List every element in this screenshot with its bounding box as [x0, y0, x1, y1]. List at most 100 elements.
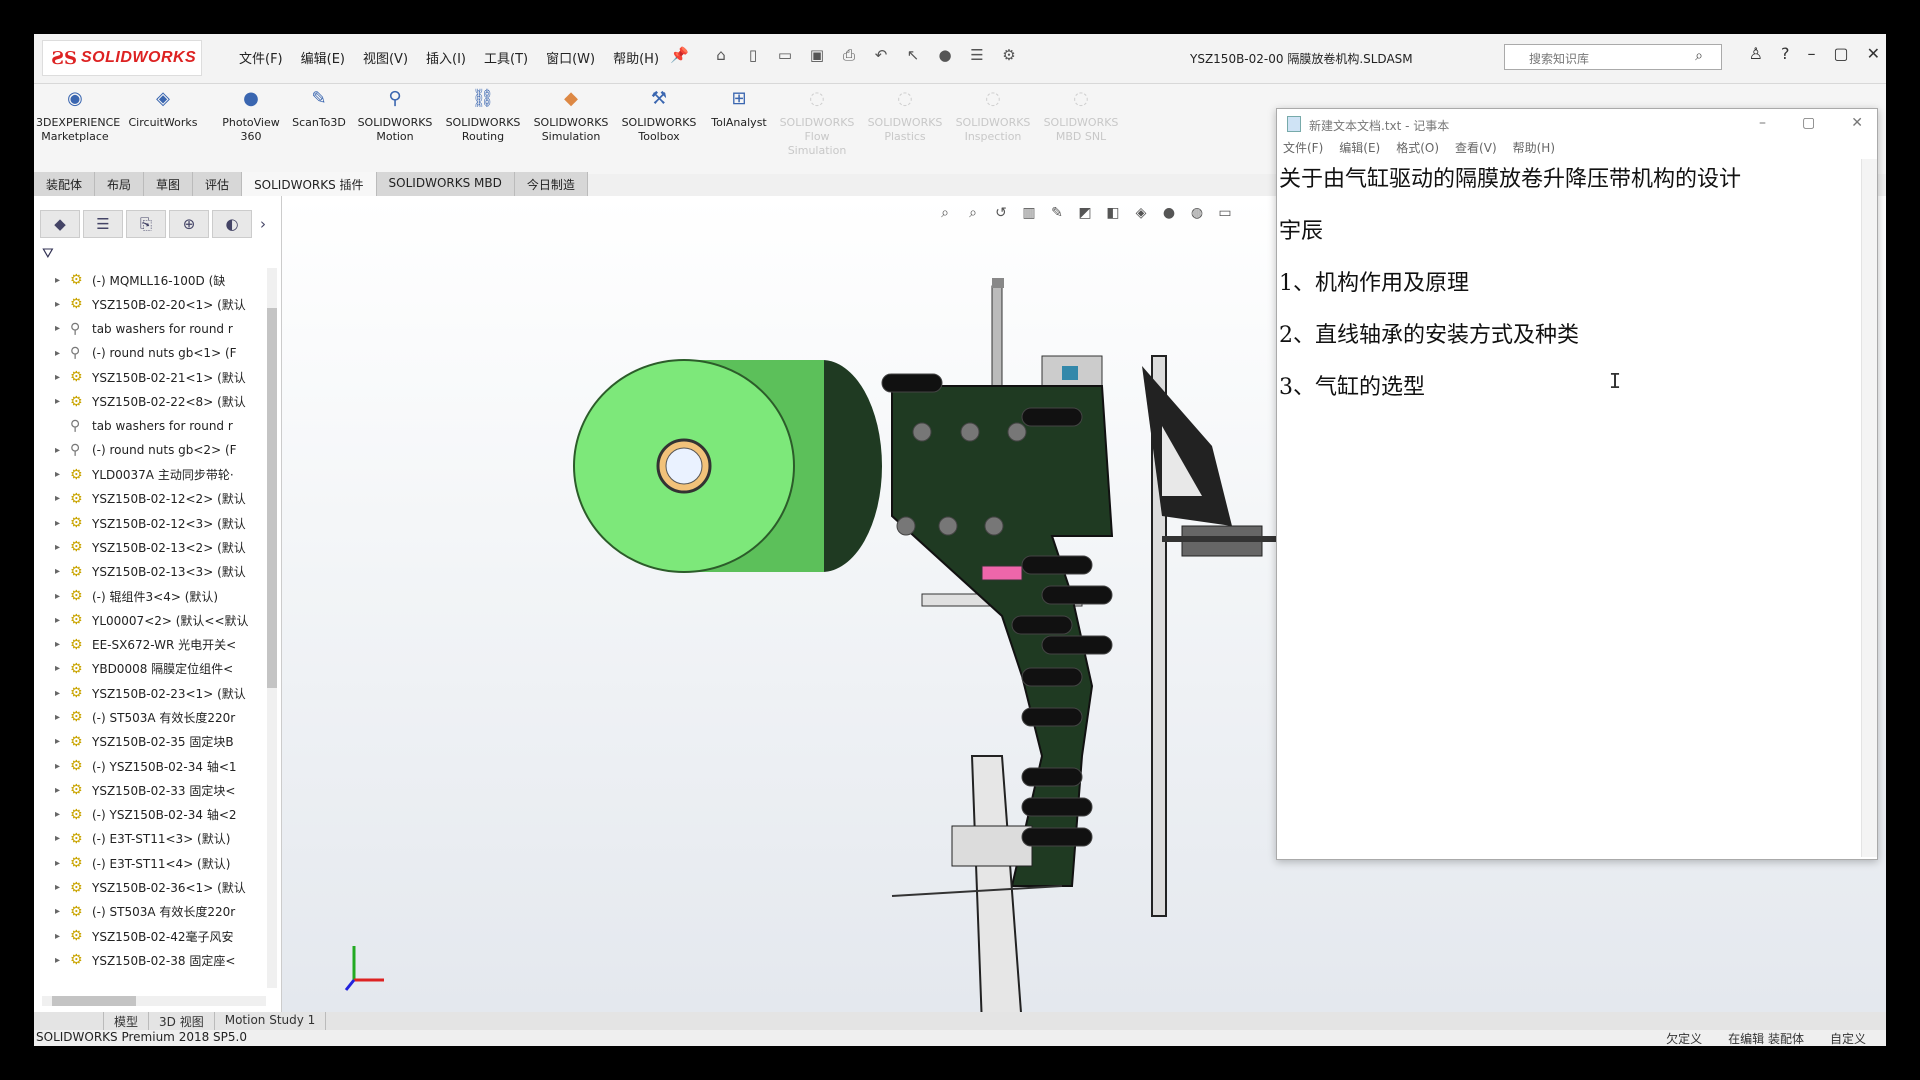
- zoom-to-fit-icon[interactable]: ⌕: [934, 202, 956, 224]
- new-document-icon[interactable]: ▯: [742, 44, 764, 66]
- knowledge-search-input[interactable]: 搜索知识库 ⌕: [1504, 44, 1722, 70]
- tree-item[interactable]: ▸ ⚙ YSZ150B-02-20<1> (默认: [34, 292, 270, 316]
- tab-solidworks-addins[interactable]: SOLIDWORKS 插件: [242, 172, 377, 196]
- minimize-icon[interactable]: –: [1759, 115, 1766, 131]
- zoom-area-icon[interactable]: ⌕: [962, 202, 984, 224]
- tree-item[interactable]: ▸ ⚙ YSZ150B-02-33 固定块<: [34, 778, 270, 802]
- expand-icon[interactable]: ▸: [34, 396, 70, 407]
- expand-icon[interactable]: ▸: [34, 785, 70, 796]
- rebuild-icon[interactable]: ●: [934, 44, 956, 66]
- cmd-3dexperience-marketplace[interactable]: ◉ 3DEXPERIENCE Marketplace: [36, 90, 120, 144]
- tree-item[interactable]: ▸ ⚙ (-) E3T-ST11<4> (默认): [34, 851, 270, 875]
- tree-item[interactable]: ▸ ⚙ (-) ST503A 有效长度220r: [34, 900, 270, 924]
- tree-item[interactable]: ▸ ⚙ (-) YSZ150B-02-34 轴<1: [34, 754, 270, 778]
- scrollbar-thumb[interactable]: [267, 308, 277, 688]
- expand-icon[interactable]: ▸: [34, 372, 70, 383]
- maximize-icon[interactable]: ▢: [1833, 44, 1848, 63]
- tree-item[interactable]: ▸ ⚙ YSZ150B-02-23<1> (默认: [34, 681, 270, 705]
- tree-item[interactable]: ⚲ tab washers for round r: [34, 414, 270, 438]
- pin-icon[interactable]: 📌: [670, 46, 689, 64]
- menu-tools[interactable]: 工具(T): [475, 48, 537, 67]
- help-icon[interactable]: ?: [1781, 44, 1790, 63]
- expand-icon[interactable]: ▸: [34, 445, 70, 456]
- tree-item[interactable]: ▸ ⚙ YSZ150B-02-22<8> (默认: [34, 389, 270, 413]
- file-properties-icon[interactable]: ☰: [966, 44, 988, 66]
- menu-view[interactable]: 视图(V): [354, 48, 417, 67]
- expand-icon[interactable]: ▸: [34, 736, 70, 747]
- status-units[interactable]: 自定义: [1830, 1030, 1866, 1046]
- display-manager-icon[interactable]: ◐: [212, 210, 252, 238]
- tree-item[interactable]: ▸ ⚲ tab washers for round r: [34, 317, 270, 341]
- solidworks-logo[interactable]: ƧS SOLIDWORKS: [42, 40, 202, 76]
- tree-item[interactable]: ▸ ⚙ YSZ150B-02-35 固定块B: [34, 730, 270, 754]
- notepad-menu-view[interactable]: 查看(V): [1455, 139, 1497, 159]
- tree-horizontal-scrollbar[interactable]: [42, 996, 266, 1006]
- close-icon[interactable]: ✕: [1867, 44, 1880, 63]
- maximize-icon[interactable]: ▢: [1802, 115, 1815, 131]
- cmd-solidworks-toolbox[interactable]: ⚒ SOLIDWORKS Toolbox: [620, 90, 698, 144]
- user-icon[interactable]: ♙: [1749, 44, 1763, 63]
- tree-item[interactable]: ▸ ⚙ YSZ150B-02-36<1> (默认: [34, 875, 270, 899]
- apply-scene-icon[interactable]: ◍: [1186, 202, 1208, 224]
- tree-item[interactable]: ▸ ⚙ (-) MQMLL16-100D (缺: [34, 268, 270, 292]
- cmd-circuitworks[interactable]: ◈ CircuitWorks: [124, 90, 202, 130]
- tree-item[interactable]: ▸ ⚲ (-) round nuts gb<2> (F: [34, 438, 270, 462]
- property-manager-icon[interactable]: ☰: [83, 210, 123, 238]
- expand-icon[interactable]: ▸: [34, 931, 70, 942]
- notepad-menu-format[interactable]: 格式(O): [1396, 139, 1439, 159]
- view-settings-icon[interactable]: ▭: [1214, 202, 1236, 224]
- expand-icon[interactable]: ▸: [34, 518, 70, 529]
- dynamic-annotation-icon[interactable]: ✎: [1046, 202, 1068, 224]
- expand-icon[interactable]: ▸: [34, 348, 70, 359]
- edit-appearance-icon[interactable]: ●: [1158, 202, 1180, 224]
- notepad-menu-file[interactable]: 文件(F): [1283, 139, 1323, 159]
- open-folder-icon[interactable]: ▭: [774, 44, 796, 66]
- tree-item[interactable]: ▸ ⚙ YBD0008 隔膜定位组件<: [34, 657, 270, 681]
- menu-edit[interactable]: 编辑(E): [292, 48, 354, 67]
- menu-window[interactable]: 窗口(W): [537, 48, 604, 67]
- save-icon[interactable]: ▣: [806, 44, 828, 66]
- feature-manager-icon[interactable]: ◆: [40, 210, 80, 238]
- tree-item[interactable]: ▸ ⚙ YSZ150B-02-38 固定座<: [34, 948, 270, 972]
- tree-item[interactable]: ▸ ⚲ (-) round nuts gb<1> (F: [34, 341, 270, 365]
- tree-item[interactable]: ▸ ⚙ YSZ150B-02-12<2> (默认: [34, 487, 270, 511]
- expand-icon[interactable]: ▸: [34, 299, 70, 310]
- notepad-scrollbar[interactable]: [1861, 159, 1877, 857]
- previous-view-icon[interactable]: ↺: [990, 202, 1012, 224]
- close-icon[interactable]: ✕: [1851, 115, 1863, 131]
- tree-vertical-scrollbar[interactable]: [267, 268, 277, 988]
- display-style-icon[interactable]: ◧: [1102, 202, 1124, 224]
- undo-icon[interactable]: ↶: [870, 44, 892, 66]
- dimxpert-icon[interactable]: ⊕: [169, 210, 209, 238]
- print-icon[interactable]: ⎙: [838, 44, 860, 66]
- cmd-scanto3d[interactable]: ✎ ScanTo3D: [280, 90, 358, 130]
- tree-item[interactable]: ▸ ⚙ YSZ150B-02-13<2> (默认: [34, 535, 270, 559]
- tree-item[interactable]: ▸ ⚙ YSZ150B-02-13<3> (默认: [34, 560, 270, 584]
- expand-icon[interactable]: ▸: [34, 761, 70, 772]
- expand-icon[interactable]: ▸: [34, 639, 70, 650]
- tab-motion-study[interactable]: Motion Study 1: [215, 1012, 327, 1030]
- expand-icon[interactable]: ▸: [34, 493, 70, 504]
- expand-icon[interactable]: ▸: [34, 688, 70, 699]
- cmd-solidworks-routing[interactable]: ⛓ SOLIDWORKS Routing: [444, 90, 522, 144]
- notepad-title-bar[interactable]: 新建文本文档.txt - 记事本 – ▢ ✕: [1277, 109, 1877, 139]
- tree-item[interactable]: ▸ ⚙ YSZ150B-02-12<3> (默认: [34, 511, 270, 535]
- tab-sketch[interactable]: 草图: [144, 172, 194, 196]
- tree-item[interactable]: ▸ ⚙ YSZ150B-02-21<1> (默认: [34, 365, 270, 389]
- menu-file[interactable]: 文件(F): [230, 48, 292, 67]
- minimize-icon[interactable]: –: [1807, 44, 1815, 63]
- tree-item[interactable]: ▸ ⚙ YLD0037A 主动同步带轮·: [34, 462, 270, 486]
- options-gear-icon[interactable]: ⚙: [998, 44, 1020, 66]
- notepad-menu-help[interactable]: 帮助(H): [1513, 139, 1555, 159]
- view-orientation-icon[interactable]: ◩: [1074, 202, 1096, 224]
- cmd-photoview-360[interactable]: ● PhotoView 360: [212, 90, 290, 144]
- cmd-solidworks-simulation[interactable]: ◆ SOLIDWORKS Simulation: [532, 90, 610, 144]
- expand-icon[interactable]: ▸: [34, 542, 70, 553]
- cmd-solidworks-motion[interactable]: ⚲ SOLIDWORKS Motion: [356, 90, 434, 144]
- expand-icon[interactable]: ▸: [34, 615, 70, 626]
- hide-show-icon[interactable]: ◈: [1130, 202, 1152, 224]
- tab-assembly[interactable]: 装配体: [34, 172, 96, 196]
- expand-icon[interactable]: ▸: [34, 906, 70, 917]
- cmd-tolanalyst[interactable]: ⊞ TolAnalyst: [700, 90, 778, 130]
- tree-item[interactable]: ▸ ⚙ (-) 辊组件3<4> (默认): [34, 584, 270, 608]
